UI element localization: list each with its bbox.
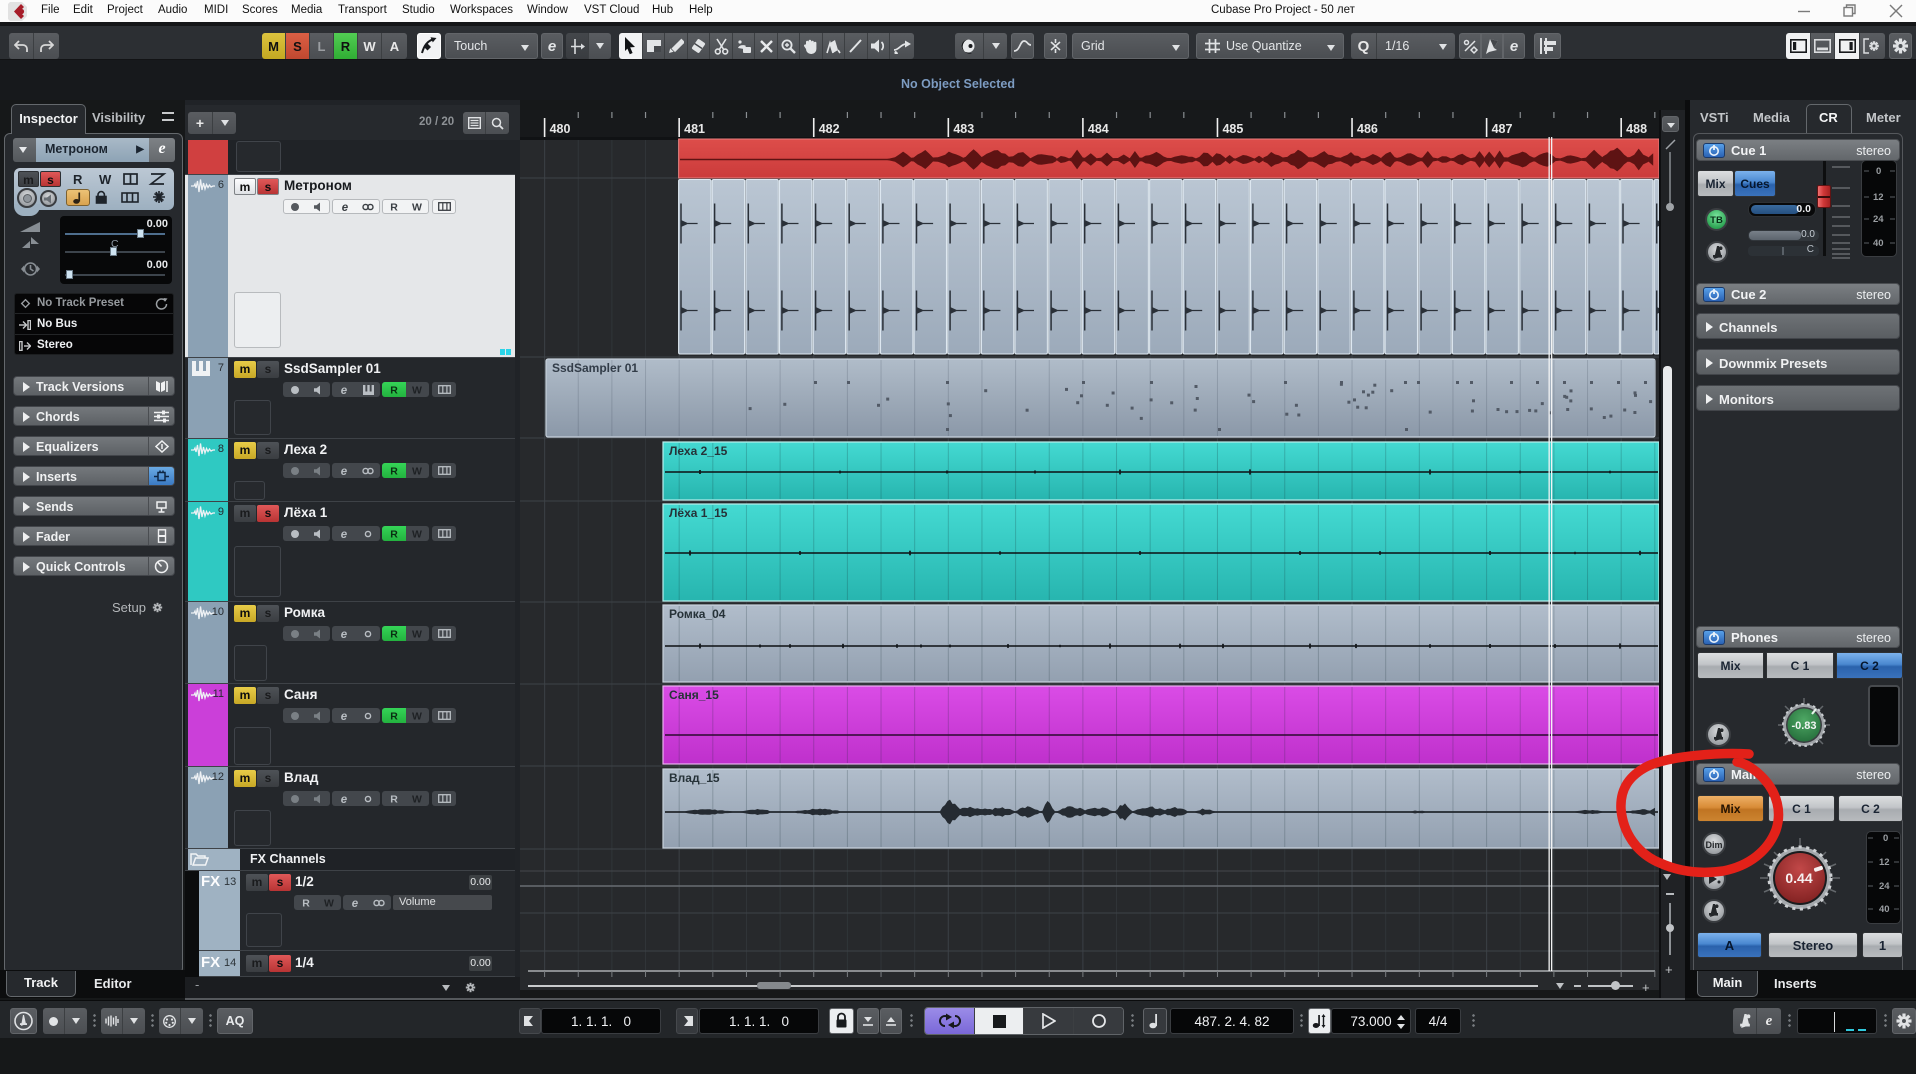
- svg-text:R: R: [390, 629, 398, 640]
- svg-text:485: 485: [1222, 122, 1243, 136]
- svg-text:e: e: [341, 529, 348, 540]
- svg-text:W: W: [99, 172, 112, 187]
- svg-text:488: 488: [1626, 122, 1647, 136]
- svg-text:R: R: [302, 898, 310, 909]
- svg-text:W: W: [412, 202, 422, 213]
- svg-text:483: 483: [953, 122, 974, 136]
- svg-text:Саня_15: Саня_15: [669, 688, 719, 702]
- svg-text:R: R: [390, 529, 398, 540]
- svg-text:R: R: [390, 202, 398, 213]
- svg-text:481: 481: [684, 122, 705, 136]
- svg-text:Лёха 1_15: Лёха 1_15: [669, 506, 728, 520]
- svg-text:W: W: [412, 794, 422, 805]
- svg-text:R: R: [390, 466, 398, 477]
- svg-text:R: R: [390, 711, 398, 722]
- svg-text:e: e: [548, 38, 556, 55]
- svg-text:484: 484: [1088, 122, 1109, 136]
- svg-text:W: W: [412, 711, 422, 722]
- svg-text:W: W: [412, 529, 422, 540]
- svg-text:e: e: [341, 794, 348, 805]
- svg-text:482: 482: [819, 122, 840, 136]
- svg-text:R: R: [390, 794, 398, 805]
- svg-text:e: e: [341, 466, 348, 477]
- svg-text:W: W: [412, 466, 422, 477]
- svg-text:Ромка_04: Ромка_04: [669, 607, 726, 621]
- svg-text:e: e: [352, 898, 359, 909]
- svg-text:R: R: [390, 385, 398, 396]
- svg-text:W: W: [412, 385, 422, 396]
- svg-text:R: R: [73, 172, 83, 187]
- svg-text:SsdSampler 01: SsdSampler 01: [552, 361, 638, 375]
- svg-text:e: e: [1510, 38, 1518, 55]
- svg-text:Леха 2_15: Леха 2_15: [669, 444, 728, 458]
- svg-text:e: e: [341, 629, 348, 640]
- svg-text:e: e: [341, 202, 348, 213]
- svg-text:e: e: [341, 385, 348, 396]
- svg-text:W: W: [324, 898, 334, 909]
- svg-text:e: e: [341, 711, 348, 722]
- svg-text:486: 486: [1357, 122, 1378, 136]
- svg-text:487: 487: [1492, 122, 1513, 136]
- svg-text:W: W: [412, 629, 422, 640]
- svg-text:-0.83: -0.83: [1791, 720, 1816, 732]
- svg-text:480: 480: [550, 122, 571, 136]
- svg-text:Влад_15: Влад_15: [669, 771, 720, 785]
